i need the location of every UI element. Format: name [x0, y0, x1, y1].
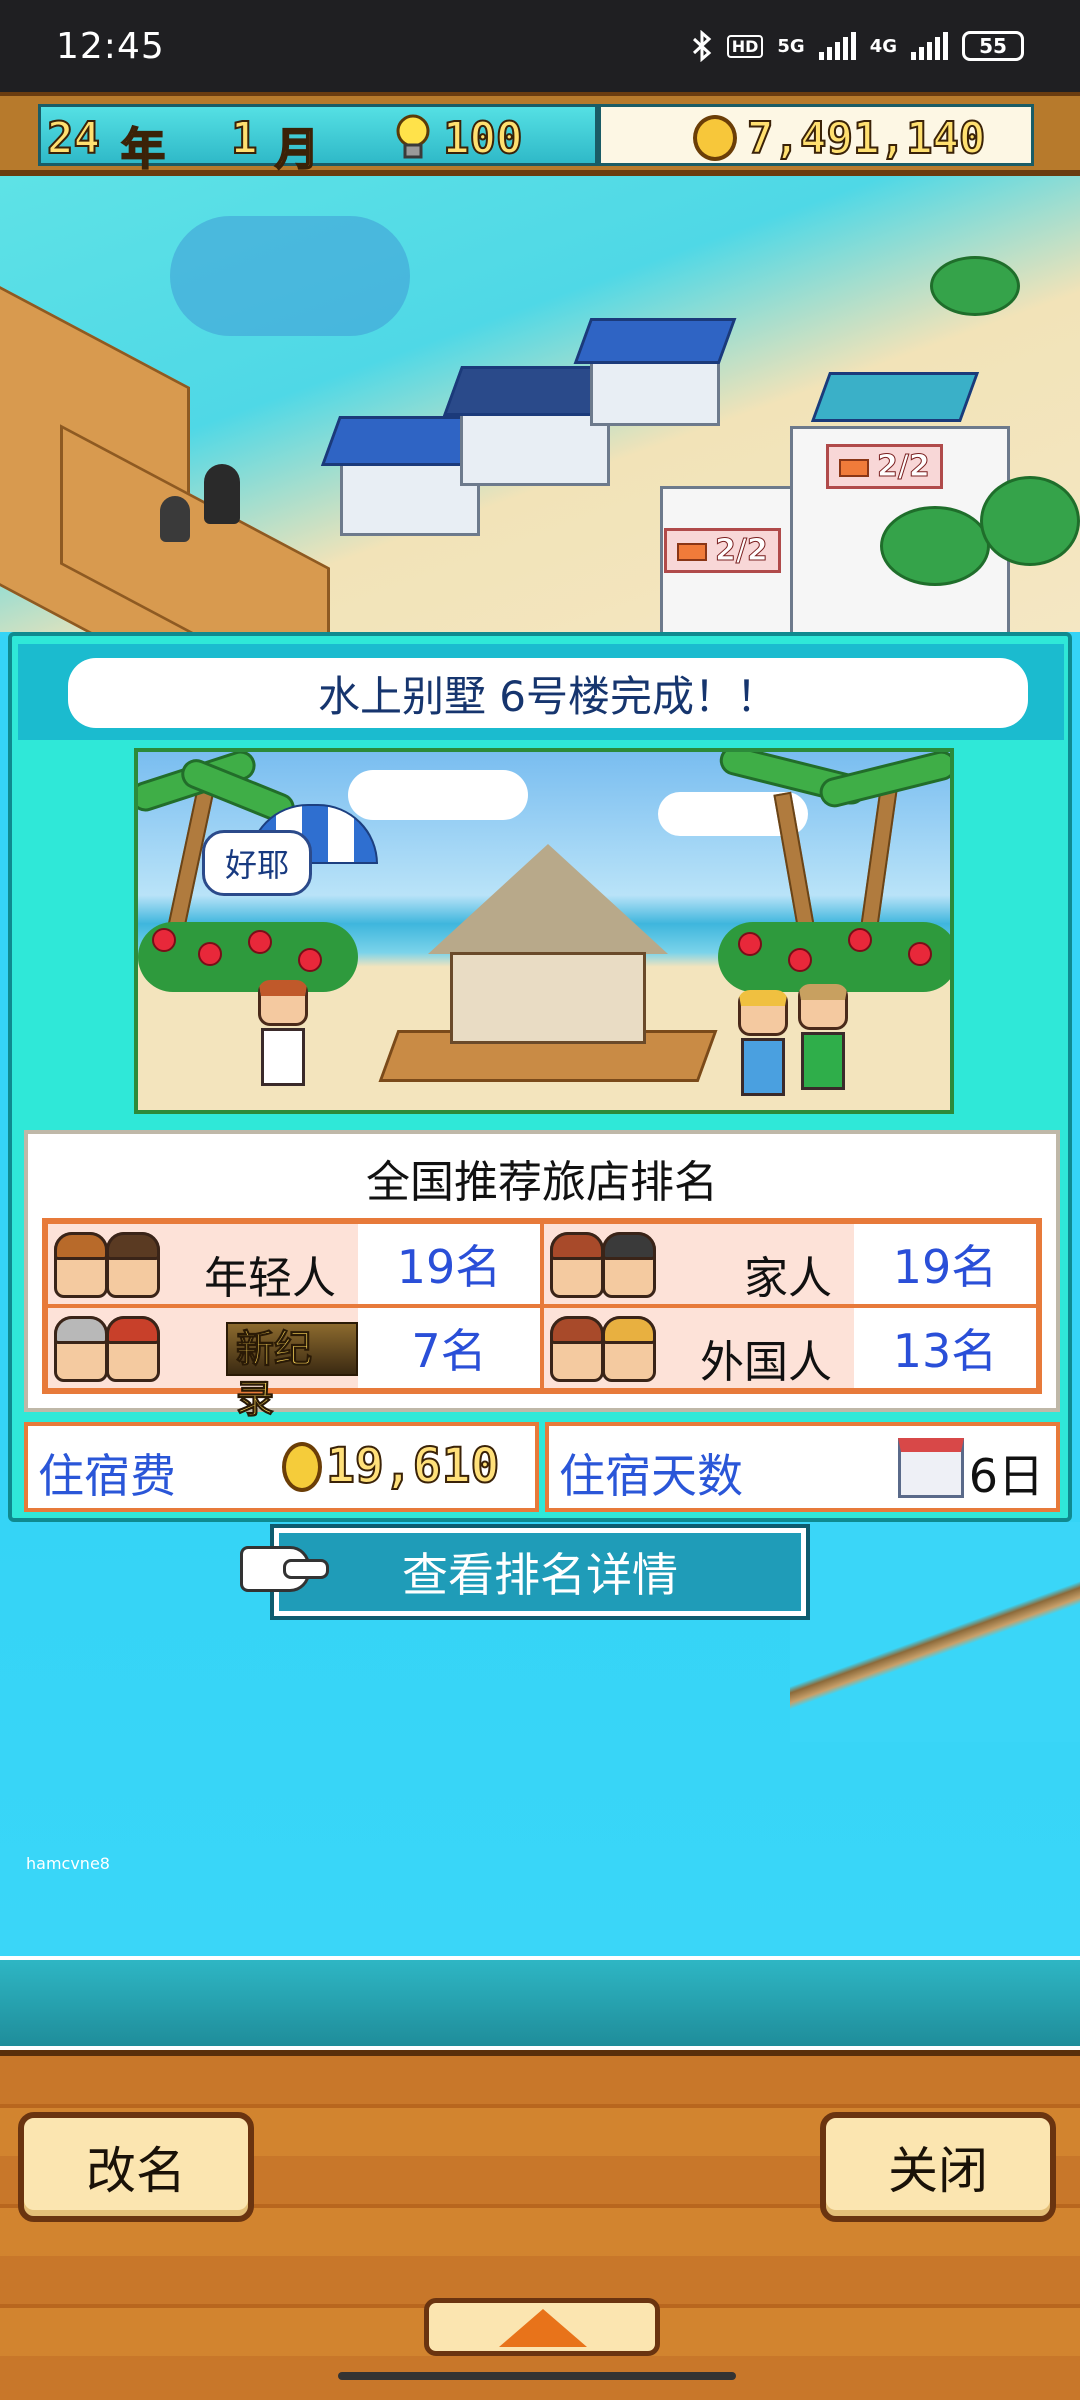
brick-icon — [839, 458, 869, 477]
lightbulb-icon — [396, 114, 430, 159]
battery-icon: 55 — [962, 31, 1024, 61]
ranking-value: 7名 — [358, 1308, 540, 1388]
hud-money: 7,491,140 — [746, 112, 986, 165]
speech-bubble: 好耶 — [202, 830, 312, 896]
ranking-category: 家人 — [744, 1253, 832, 1304]
stay-days-label: 住宿天数 — [559, 1449, 743, 1503]
ranking-row-foreigner: 外国人 13名 — [542, 1306, 1038, 1390]
palm-tree-3 — [980, 476, 1080, 566]
hibiscus-flower — [248, 930, 272, 954]
hud-year-unit: 年 — [120, 123, 166, 176]
plaque-count: 2/2 — [715, 533, 769, 569]
penguin-character — [204, 464, 240, 524]
stay-info-row: 住宿费 19,610 住宿天数 6日 — [24, 1422, 1060, 1512]
watermark-text: hamcvne8 — [26, 1854, 110, 1873]
ranking-value: 13名 — [854, 1308, 1036, 1388]
ranking-panel: 全国推荐旅店排名 年轻人 19名 家人 19名 新纪录 7名 外国人 13名 — [24, 1130, 1060, 1422]
new-record-badge: 新纪录 — [226, 1322, 358, 1422]
expand-menu-button[interactable] — [424, 2298, 660, 2356]
ranking-title: 全国推荐旅店排名 — [366, 1157, 718, 1208]
view-ranking-details-button[interactable]: 查看排名详情 — [270, 1524, 810, 1620]
pointing-hand-icon — [240, 1546, 329, 1592]
close-button[interactable]: 关闭 — [820, 2112, 1056, 2222]
ranking-grid: 年轻人 19名 家人 19名 新纪录 7名 外国人 13名 — [42, 1218, 1042, 1422]
hibiscus-flower — [298, 948, 322, 972]
villa-thatched-roof — [428, 844, 668, 954]
stay-days-cell: 住宿天数 6日 — [545, 1422, 1060, 1512]
hibiscus-flower — [152, 928, 176, 952]
palm-tree — [930, 256, 1020, 316]
home-indicator[interactable] — [338, 2372, 736, 2380]
hd-badge: HD — [726, 34, 764, 58]
stay-days-value: 6日 — [968, 1449, 1044, 1503]
building-count-plaque[interactable]: 2/2 — [826, 444, 943, 489]
rename-button[interactable]: 改名 — [18, 2112, 254, 2222]
ranking-row-elderly: 新纪录 7名 — [46, 1306, 542, 1422]
ranking-value: 19名 — [854, 1224, 1036, 1304]
cabin-roof — [810, 372, 980, 422]
status-bar: 12:45 HD 5G 4G 55 — [0, 0, 1080, 92]
stay-fee-cell: 住宿费 19,610 — [24, 1422, 539, 1512]
network-4g-label: 4G — [869, 35, 897, 57]
ranking-category: 年轻人 — [204, 1253, 336, 1304]
ranking-category: 外国人 — [700, 1337, 832, 1388]
guest-character — [738, 990, 788, 1100]
bottom-teal-bar — [0, 1956, 1080, 2050]
girl-character — [258, 980, 308, 1090]
hud-month: 1 — [230, 112, 258, 165]
palm-tree-2 — [880, 506, 990, 586]
hud-money-panel: 7,491,140 — [598, 104, 1034, 166]
bluetooth-icon — [692, 30, 711, 62]
elderly-icon — [54, 1314, 174, 1384]
hud-date-panel: 24 年 1 月 100 — [38, 104, 598, 176]
dialog-title: 水上别墅 6号楼完成！！ — [68, 658, 1028, 728]
beach-edge — [790, 1522, 1080, 1742]
building-count-plaque-2[interactable]: 2/2 — [664, 528, 781, 573]
foreigner-icon — [550, 1314, 670, 1384]
stay-fee-value: 19,610 — [325, 1437, 500, 1495]
ranking-row-family: 家人 19名 — [542, 1222, 1038, 1306]
dialog-title-band: 水上别墅 6号楼完成！！ — [18, 644, 1064, 740]
hibiscus-flower — [848, 928, 872, 952]
signal-strength-icon-2 — [911, 32, 948, 60]
hibiscus-flower — [788, 948, 812, 972]
coin-icon — [282, 1442, 322, 1492]
up-arrow-icon — [499, 2309, 587, 2347]
water-villa — [450, 952, 646, 1044]
hud-year: 24 — [46, 112, 101, 165]
cloud — [348, 770, 528, 820]
stay-fee-label: 住宿费 — [38, 1449, 176, 1503]
ranking-row-young: 年轻人 19名 — [46, 1222, 542, 1306]
shop-roof-3 — [573, 318, 737, 364]
coral-reef — [170, 216, 410, 336]
guest-character-2 — [798, 984, 848, 1094]
hibiscus-flower — [198, 942, 222, 966]
hud-month-unit: 月 — [274, 123, 320, 176]
resort-map-view[interactable]: 2/2 2/2 — [0, 176, 1080, 632]
network-5g-label: 5G — [777, 35, 805, 57]
young-people-icon — [54, 1230, 174, 1300]
family-icon — [550, 1230, 670, 1300]
status-icons: HD 5G 4G 55 — [691, 26, 1024, 66]
hibiscus-flower — [908, 942, 932, 966]
plaque-count: 2/2 — [877, 449, 931, 485]
ranking-value: 19名 — [358, 1224, 540, 1304]
brick-icon — [677, 542, 707, 561]
villa-illustration: 好耶 — [134, 748, 954, 1114]
coin-icon — [693, 115, 737, 161]
status-time: 12:45 — [56, 26, 165, 67]
game-hud: 24 年 1 月 100 7,491,140 — [0, 92, 1080, 176]
hibiscus-flower — [738, 932, 762, 956]
penguin-character-2 — [160, 496, 190, 542]
hud-research-points: 100 — [442, 112, 523, 165]
signal-strength-icon — [818, 32, 856, 60]
calendar-icon — [898, 1438, 964, 1498]
completion-dialog: 水上别墅 6号楼完成！！ 好耶 全国推荐旅店排名 年轻人 19名 家人 19名 … — [8, 632, 1072, 1522]
